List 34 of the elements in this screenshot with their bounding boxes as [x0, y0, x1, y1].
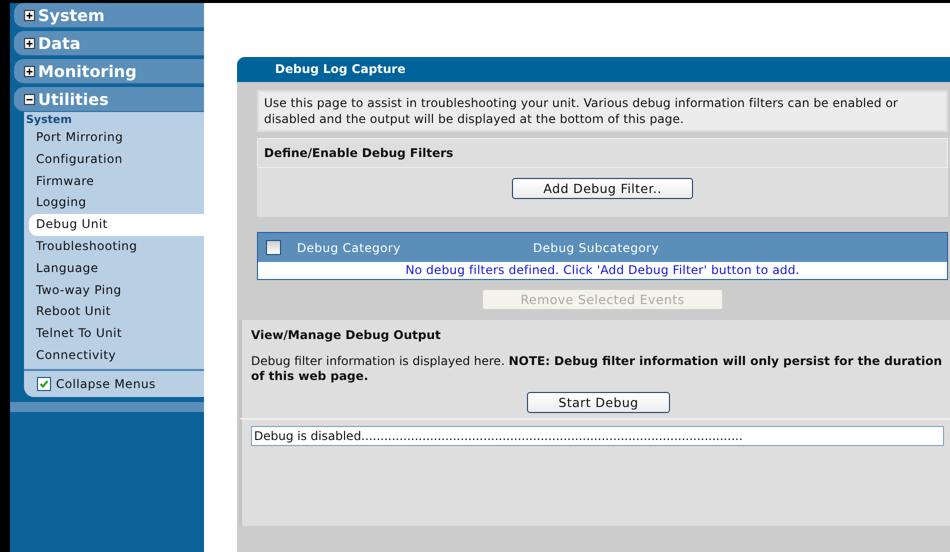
menu-subheading: System [25, 112, 73, 127]
column-header: Debug Subcategory [533, 240, 659, 254]
minus-icon [24, 94, 35, 104]
menu-item[interactable]: Logging [24, 192, 204, 214]
checkbox[interactable] [37, 376, 51, 391]
plus-icon [24, 66, 35, 76]
menu-item[interactable]: Reboot Unit [24, 301, 204, 324]
menu-item[interactable]: Language [24, 258, 204, 280]
section-heading: Define/Enable Debug Filters [257, 138, 948, 168]
start-debug-button[interactable]: Start Debug [527, 392, 670, 413]
note-text: Debug filter information is displayed here. NOTE: Debug filter information will only persist for the duration of this web page. [251, 354, 944, 384]
section-heading: View/Manage Debug Output [251, 328, 442, 342]
menu-section-label: System [38, 6, 105, 24]
menu-section-label: Data [38, 34, 81, 52]
menu-item[interactable]: Port Mirroring [24, 127, 204, 149]
intro-text: Use this page to assist in troubleshooting your unit. Various debug information filters can be enabled or disabled and the output will be displayed at the bottom of this page. [257, 90, 948, 132]
plus-icon [24, 38, 35, 48]
menu-item[interactable]: Two-way Ping [24, 280, 204, 302]
checkbox-label: Collapse Menus [56, 376, 156, 391]
menu-item[interactable]: Debug Unit [29, 214, 204, 236]
menu-item[interactable]: Telnet To Unit [24, 323, 204, 345]
add-debug-filter-button[interactable]: Add Debug Filter.. [512, 178, 693, 199]
select-all-checkbox[interactable] [266, 240, 281, 255]
panel-title: Debug Log Capture [237, 57, 950, 82]
menu-item[interactable]: Connectivity [24, 344, 204, 367]
menu-section-label: Monitoring [38, 62, 137, 80]
menu-item[interactable]: Firmware [24, 170, 204, 192]
column-header: Debug Category [297, 240, 402, 254]
menu-item[interactable]: Configuration [24, 148, 204, 171]
empty-table-message: No debug filters defined. Click 'Add Debug Filter' button to add. [404, 262, 801, 279]
menu-item[interactable]: Troubleshooting [24, 236, 204, 258]
debug-output-field[interactable]: Debug is disabled.................................................................................................... [251, 426, 944, 446]
menu-section-label: Utilities [38, 90, 109, 108]
plus-icon [24, 10, 35, 20]
